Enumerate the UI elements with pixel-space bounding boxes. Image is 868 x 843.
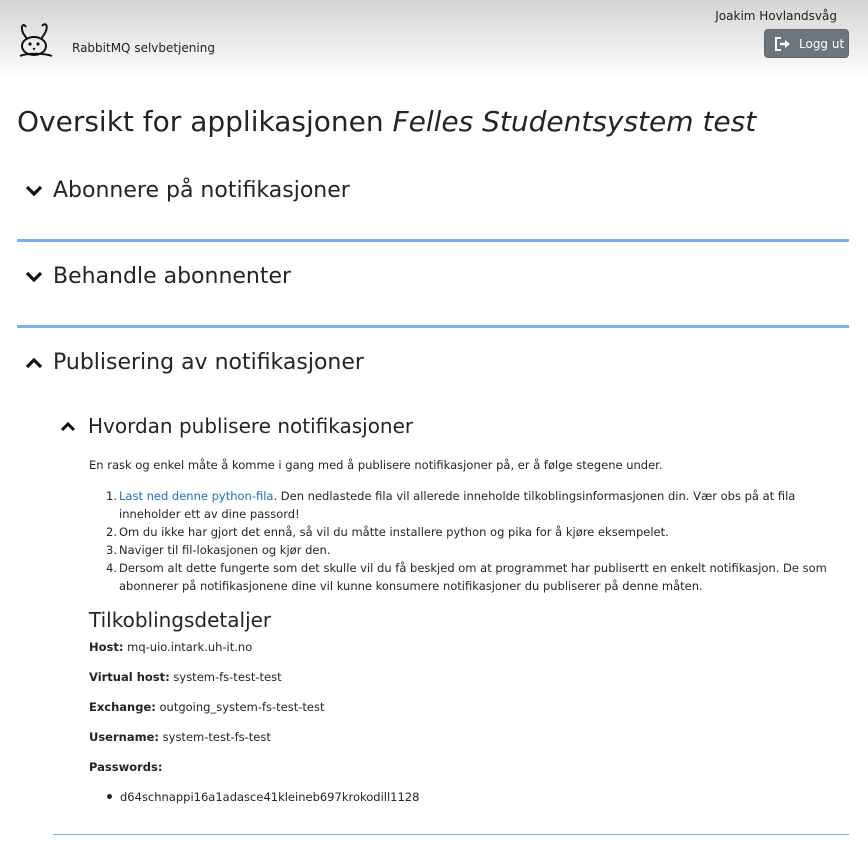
step-number: 2. — [106, 525, 117, 539]
publish-intro: En rask og enkel måte å komme i gang med… — [89, 458, 663, 472]
step-text: Dersom alt dette fungerte som det skulle… — [119, 561, 827, 593]
connection-details-title: Tilkoblingsdetaljer — [89, 608, 272, 632]
sign-out-icon — [775, 36, 790, 51]
step-number: 1. — [106, 489, 117, 503]
top-header: RabbitMQ selvbetjening Joakim Hovlandsvå… — [0, 0, 868, 78]
how-to-publish-label: Hvordan publisere notifikasjoner — [88, 414, 414, 438]
detail-vhost: Virtual host: system-fs-test-test — [89, 670, 282, 684]
step-text: Om du ikke har gjort det ennå, så vil du… — [119, 525, 669, 539]
detail-label: Host: — [89, 640, 124, 654]
detail-label: Passwords: — [89, 760, 163, 774]
page-title-app: Felles Studentsystem test — [392, 105, 757, 138]
detail-value: mq-uio.intark.uh-it.no — [127, 640, 253, 654]
password-value: d64schnappi16a1adasce41kleineb697krokodi… — [120, 790, 420, 804]
detail-host: Host: mq-uio.intark.uh-it.no — [89, 640, 252, 654]
publish-steps: 1. Last ned denne python-fila. Den nedlas… — [106, 487, 841, 595]
logout-button[interactable]: Logg ut — [764, 29, 849, 58]
bullet-icon — [107, 794, 112, 799]
section-subscribers-label: Behandle abonnenter — [53, 264, 292, 289]
section-publish-label: Publisering av notifikasjoner — [53, 350, 364, 375]
section-divider — [53, 834, 849, 835]
password-item: d64schnappi16a1adasce41kleineb697krokodi… — [107, 790, 419, 804]
download-python-link[interactable]: Last ned denne python-fila — [119, 489, 273, 503]
section-subscribe-label: Abonnere på notifikasjoner — [53, 178, 350, 203]
section-divider — [17, 325, 849, 328]
step-text: Naviger til fil-lokasjonen og kjør den. — [119, 543, 331, 557]
detail-label: Username: — [89, 730, 159, 744]
rabbit-logo-icon[interactable] — [16, 23, 56, 59]
detail-username: Username: system-test-fs-test — [89, 730, 271, 744]
list-item: 1. Last ned denne python-fila. Den nedlas… — [106, 487, 841, 523]
list-item: 4. Dersom alt dette fungerte som det skul… — [106, 559, 841, 595]
logout-label: Logg ut — [799, 36, 845, 51]
step-number: 4. — [106, 561, 117, 575]
detail-value: outgoing_system-fs-test-test — [159, 700, 325, 714]
section-subscribe-header[interactable]: Abonnere på notifikasjoner — [17, 178, 350, 203]
section-divider — [17, 239, 849, 242]
detail-value: system-test-fs-test — [162, 730, 271, 744]
page-title-prefix: Oversikt for applikasjonen — [17, 105, 393, 138]
detail-exchange: Exchange: outgoing_system-fs-test-test — [89, 700, 324, 714]
detail-label: Virtual host: — [89, 670, 170, 684]
page-title: Oversikt for applikasjonen Felles Studen… — [17, 105, 756, 138]
section-subscribers-header[interactable]: Behandle abonnenter — [17, 264, 291, 289]
section-publish-header[interactable]: Publisering av notifikasjoner — [17, 350, 364, 375]
step-number: 3. — [106, 543, 117, 557]
detail-value: system-fs-test-test — [173, 670, 282, 684]
detail-passwords: Passwords: — [89, 760, 162, 774]
how-to-publish-header[interactable]: Hvordan publisere notifikasjoner — [60, 414, 413, 438]
chevron-down-icon — [25, 271, 43, 282]
chevron-up-icon — [60, 421, 76, 431]
chevron-down-icon — [25, 185, 43, 196]
list-item: 2. Om du ikke har gjort det ennå, så vil … — [106, 523, 841, 541]
detail-label: Exchange: — [89, 700, 156, 714]
user-name: Joakim Hovlandsvåg — [715, 9, 837, 23]
chevron-up-icon — [25, 357, 43, 368]
app-brand[interactable]: RabbitMQ selvbetjening — [72, 41, 215, 55]
list-item: 3. Naviger til fil-lokasjonen og kjør den… — [106, 541, 841, 559]
